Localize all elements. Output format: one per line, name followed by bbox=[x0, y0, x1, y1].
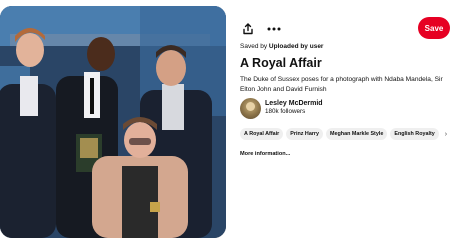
more-options-icon[interactable] bbox=[266, 21, 282, 37]
saved-by-text: Saved by Uploaded by user bbox=[240, 43, 323, 50]
tag-chip[interactable]: English Royalty bbox=[390, 128, 439, 140]
share-icon[interactable] bbox=[240, 21, 256, 37]
chevron-right-icon[interactable]: › bbox=[445, 131, 447, 138]
author-meta: Lesley McDermid 180k followers bbox=[265, 100, 323, 116]
saved-by-prefix: Saved by bbox=[240, 43, 268, 50]
tag-list: A Royal Affair Prinz Harry Meghan Markle… bbox=[240, 128, 447, 140]
author-row[interactable]: Lesley McDermid 180k followers bbox=[240, 97, 323, 119]
tag-chip[interactable]: Meghan Markle Style bbox=[326, 128, 388, 140]
pin-photo-illustration bbox=[0, 6, 226, 238]
tag-chip[interactable]: Prinz Harry bbox=[286, 128, 324, 140]
tag-chip[interactable]: A Royal Affair bbox=[240, 128, 284, 140]
avatar[interactable] bbox=[240, 97, 261, 119]
pin-description: The Duke of Sussex poses for a photograp… bbox=[240, 76, 443, 93]
author-followers: 180k followers bbox=[265, 108, 306, 115]
more-information-link[interactable]: More information... bbox=[240, 151, 290, 157]
pin-action-row bbox=[240, 21, 282, 37]
save-button[interactable]: Save bbox=[418, 17, 450, 39]
pin-title: A Royal Affair bbox=[240, 56, 322, 70]
pin-image[interactable] bbox=[0, 6, 226, 238]
author-name[interactable]: Lesley McDermid bbox=[265, 100, 323, 108]
saved-by-user[interactable]: Uploaded by user bbox=[269, 43, 324, 50]
